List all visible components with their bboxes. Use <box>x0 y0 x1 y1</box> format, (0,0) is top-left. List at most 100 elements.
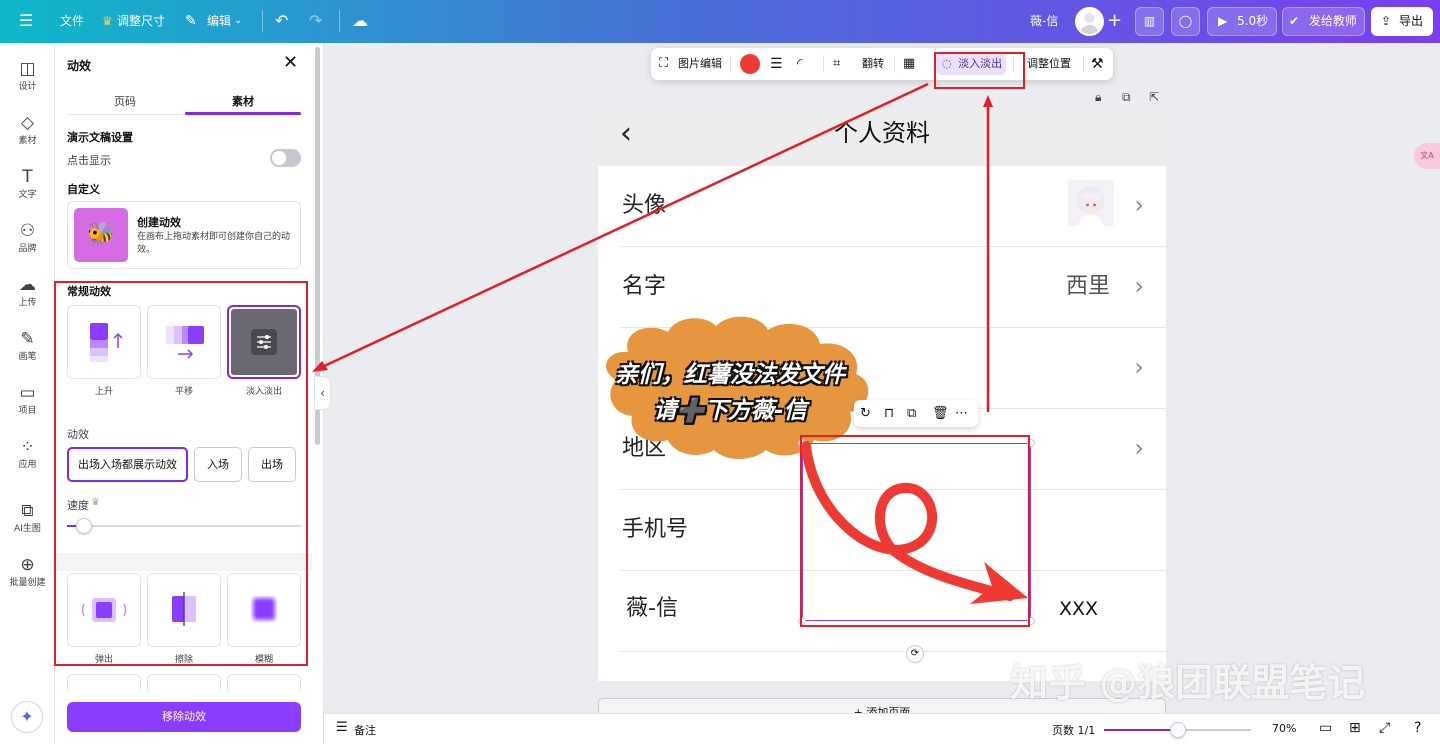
active-tab-indicator <box>185 112 301 115</box>
rail-item-text[interactable]: T 文字 <box>0 167 55 201</box>
help-icon[interactable]: ? <box>1414 720 1421 736</box>
bar-chart-icon: ▥ <box>1143 14 1156 28</box>
notes-button[interactable]: 备注 <box>354 722 376 738</box>
upload-icon: ☁ <box>19 275 36 295</box>
paint-roller-icon[interactable]: ⚒ <box>1091 48 1104 80</box>
rotate-handle[interactable]: ⟳ <box>906 645 924 663</box>
tab-element[interactable]: 素材 <box>232 93 254 109</box>
row-divider <box>620 651 1166 652</box>
rail-item-upload[interactable]: ☁ 上传 <box>0 275 55 309</box>
folder-icon: ▭ <box>19 383 36 403</box>
redo-icon[interactable]: ↷ <box>309 11 322 31</box>
present-button[interactable]: ▶ 5.0秒 <box>1207 7 1277 36</box>
click-to-show-toggle[interactable] <box>270 149 301 167</box>
rail-label: 应用 <box>18 460 37 470</box>
rail-item-bulk-create[interactable]: ⊕ 批量创建 <box>0 555 55 589</box>
add-page-icon[interactable]: ⇱ <box>1149 90 1159 104</box>
image-toolbar: ⛶ 图片编辑 ☰ ◜ ⌗ 翻转 ▦ ◌ 淡入淡出 调整位置 ⚒ <box>651 48 1113 80</box>
resize-button[interactable]: 调整尺寸 <box>117 13 165 29</box>
create-animation-card[interactable]: 🐝 创建动效 在画布上拖动素材即可创建你自己的动效。 <box>67 201 301 269</box>
close-icon[interactable]: ✕ <box>283 53 298 73</box>
duplicate-icon[interactable]: ⧉ <box>907 400 916 427</box>
layout-icon: ◫ <box>19 59 36 79</box>
tab-page[interactable]: 页码 <box>114 93 136 109</box>
shapes-icon: ◇ <box>20 113 35 133</box>
page-count[interactable]: 页数 1/1 <box>1052 722 1095 738</box>
profile-row-name[interactable]: 名字 西里 › <box>598 247 1166 328</box>
effect-card-partial[interactable] <box>227 674 301 694</box>
lock-icon[interactable]: 🔒︎ <box>1095 90 1101 105</box>
fullscreen-icon[interactable]: ⤢ <box>1379 720 1390 736</box>
translate-pill[interactable]: 文A <box>1414 143 1440 169</box>
user-name[interactable]: 薇-信 <box>1030 13 1058 29</box>
notes-icon[interactable]: ☰ <box>336 720 348 735</box>
effect-card-partial[interactable] <box>67 674 141 694</box>
row-label: 名字 <box>622 274 667 299</box>
row-value: XXX <box>1058 598 1098 620</box>
annotation-box-element <box>800 435 1030 627</box>
rail-label: AI生图 <box>14 524 41 534</box>
effect-card-partial[interactable] <box>147 674 221 694</box>
comments-button[interactable]: ◯ <box>1171 7 1200 36</box>
rail-item-brand[interactable]: ⚇ 品牌 <box>0 221 55 255</box>
page-view-icon[interactable]: ▭ <box>1319 720 1332 736</box>
hamburger-icon[interactable]: ☰ <box>19 11 33 31</box>
sparkle-icon: ✦ <box>20 707 34 726</box>
crop-icon[interactable]: ⌗ <box>833 48 840 80</box>
rail-item-apps[interactable]: ⁘ 应用 <box>0 437 55 471</box>
zoom-level[interactable]: 70% <box>1272 722 1296 735</box>
flip-button[interactable]: 翻转 <box>862 48 884 80</box>
side-rail: ◫ 设计 ◇ 素材 T 文字 ⚇ 品牌 ☁ 上传 ✎ 画笔 ▭ 项目 ⁘ 应用 ⧉ AI生图 ⊕ 批… <box>0 43 55 744</box>
lock-icon[interactable]: ⊓ <box>884 400 894 427</box>
bulk-create-icon: ⊕ <box>20 555 35 575</box>
more-icon[interactable]: ⋯ <box>955 400 968 427</box>
chevron-right-icon: › <box>1134 353 1144 381</box>
play-icon: ▶ <box>1218 14 1228 28</box>
export-button[interactable]: ⇪ 导出 <box>1371 7 1433 36</box>
pencil-icon: ✎ <box>185 13 197 29</box>
chevron-down-icon[interactable]: ⌄ <box>234 11 242 31</box>
text-icon: T <box>22 167 33 187</box>
add-collaborator-icon[interactable]: + <box>1107 11 1122 31</box>
annotation-box-effects <box>54 281 308 666</box>
rail-item-draw[interactable]: ✎ 画笔 <box>0 329 55 363</box>
magic-assistant-button[interactable]: ✦ <box>11 701 43 733</box>
row-value: 西里 <box>1065 274 1110 299</box>
send-teacher-button[interactable]: ✔ 发给教师 <box>1282 7 1365 36</box>
grid-view-icon[interactable]: ⊞ <box>1349 720 1361 736</box>
corner-curve-icon[interactable]: ◜ <box>797 48 802 80</box>
undo-icon[interactable]: ↶ <box>275 11 288 31</box>
line-weight-icon[interactable]: ☰ <box>770 48 783 80</box>
apps-icon: ⁘ <box>20 437 35 457</box>
trash-icon[interactable]: 🗑︎ <box>932 400 949 427</box>
collapse-panel-button[interactable]: ‹ <box>314 376 331 410</box>
callout-line-2: 请➕下方薇-信 <box>653 398 807 424</box>
profile-row-avatar[interactable]: 头像 › <box>598 166 1166 247</box>
presentation-heading: 演示文稿设置 <box>67 131 133 144</box>
divider <box>262 10 263 32</box>
rail-item-elements[interactable]: ◇ 素材 <box>0 113 55 147</box>
duplicate-page-icon[interactable]: ⧉ <box>1122 90 1131 105</box>
watermark: 知乎 @狼团联盟笔记 <box>1010 661 1366 705</box>
cloud-save-icon[interactable]: ☁ <box>352 11 368 31</box>
color-swatch[interactable] <box>740 54 760 74</box>
image-edit-button[interactable]: 图片编辑 <box>678 48 722 80</box>
pen-icon: ✎ <box>20 329 35 349</box>
edit-menu[interactable]: 编辑 <box>207 13 231 29</box>
position-button[interactable]: 调整位置 <box>1027 48 1071 80</box>
rail-item-projects[interactable]: ▭ 项目 <box>0 383 55 417</box>
rotate-ai-icon[interactable]: ↻ <box>860 400 871 427</box>
avatar[interactable] <box>1075 7 1104 36</box>
insights-button[interactable]: ▥ <box>1135 7 1164 36</box>
transparency-icon[interactable]: ▦ <box>903 48 915 80</box>
profile-header: ‹ 个人资料 <box>598 108 1166 166</box>
rail-item-design[interactable]: ◫ 设计 <box>0 59 55 93</box>
create-animation-title: 创建动效 <box>137 216 181 229</box>
divider <box>1083 56 1084 72</box>
remove-animation-button[interactable]: 移除动效 <box>67 702 301 732</box>
ai-image-icon: ⧉ <box>21 501 34 521</box>
file-menu[interactable]: 文件 <box>60 13 84 29</box>
zoom-slider-handle[interactable] <box>1170 722 1186 738</box>
profile-title: 个人资料 <box>834 119 930 147</box>
rail-item-ai-image[interactable]: ⧉ AI生图 <box>0 501 55 535</box>
